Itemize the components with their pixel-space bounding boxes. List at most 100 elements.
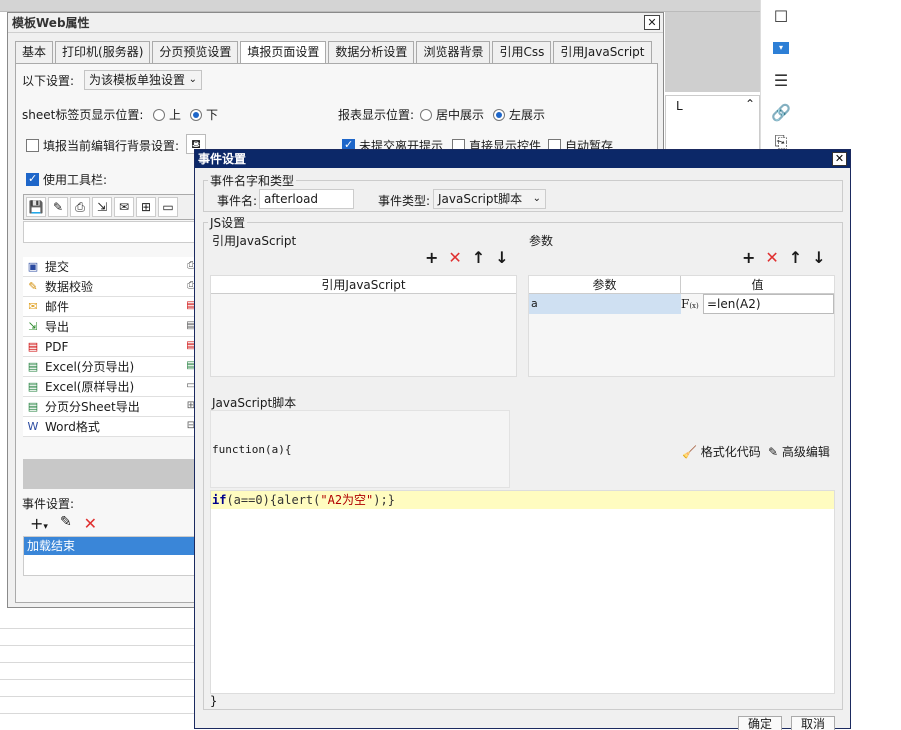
- event-name-input[interactable]: afterload: [259, 189, 354, 209]
- excel-icon: ▤: [27, 399, 39, 413]
- list-item[interactable]: ▤ PDF ▤: [23, 337, 201, 357]
- list-item[interactable]: ⇲ 导出 ▤: [23, 317, 201, 337]
- report-pos-left-radio[interactable]: 左展示: [493, 106, 545, 123]
- close-button[interactable]: ✕: [832, 152, 847, 166]
- tab-printer[interactable]: 打印机(服务器): [55, 41, 151, 63]
- excel-icon: ▤: [27, 359, 39, 373]
- arrow-down-icon[interactable]: ↓: [812, 248, 825, 267]
- mail-icon: ✉: [28, 299, 38, 313]
- dialog-title-text: 事件设置: [198, 152, 247, 166]
- column-header: 引用JavaScript: [321, 278, 406, 292]
- select-value: JavaScript脚本: [438, 192, 523, 206]
- fill-bg-checkbox[interactable]: 填报当前编辑行背景设置:: [26, 137, 179, 154]
- function-signature: function(a){: [212, 443, 292, 456]
- event-list-item[interactable]: 加载结束: [24, 537, 200, 555]
- tab-ref-css[interactable]: 引用Css: [492, 41, 552, 63]
- tab-fill-page[interactable]: 填报页面设置: [240, 41, 327, 63]
- tab-data-analysis[interactable]: 数据分析设置: [328, 41, 415, 63]
- column-header-l: L: [676, 99, 683, 113]
- tab-bar: 基本 打印机(服务器) 分页预览设置 填报页面设置 数据分析设置 浏览器背景 引…: [15, 41, 654, 63]
- arrow-up-icon[interactable]: ↑: [789, 248, 802, 267]
- delete-icon[interactable]: ✕: [448, 248, 461, 267]
- list-item[interactable]: ▣ 提交 ⎙: [23, 257, 201, 277]
- square-icon[interactable]: ☐: [771, 6, 791, 26]
- ok-button[interactable]: 确定: [738, 716, 782, 730]
- export-icon[interactable]: ⇲: [92, 197, 112, 217]
- list-item[interactable]: W Word格式 ⊟: [23, 417, 201, 437]
- stack-icon[interactable]: ☰: [771, 70, 791, 90]
- list-item-label: 数据校验: [45, 280, 94, 294]
- delete-icon[interactable]: ✕: [84, 514, 97, 533]
- ref-js-table: 引用JavaScript: [210, 275, 517, 377]
- dropdown-icon[interactable]: ▾: [771, 38, 791, 58]
- toolbar-preview: 💾 ✎ ⎙ ⇲ ✉ ⊞ ▭: [23, 194, 201, 220]
- report-pos-center-radio[interactable]: 居中展示: [420, 106, 484, 123]
- params-toolbar: + ✕ ↑ ↓: [742, 248, 826, 267]
- param-value-input[interactable]: =len(A2): [703, 294, 834, 314]
- toolbar-blank-row: [23, 221, 201, 243]
- arrow-down-icon[interactable]: ↓: [495, 248, 508, 267]
- params-label: 参数: [529, 234, 554, 248]
- tab-ref-js[interactable]: 引用JavaScript: [553, 41, 652, 63]
- arrow-up-icon[interactable]: ↑: [472, 248, 485, 267]
- radio-icon: [153, 109, 165, 121]
- radio-label: 上: [169, 108, 182, 122]
- close-button[interactable]: ✕: [644, 15, 660, 30]
- list-item-label: 邮件: [45, 300, 70, 314]
- formula-icon[interactable]: F(x): [681, 294, 703, 314]
- button-label: 高级编辑: [781, 445, 830, 459]
- list-item-label: Word格式: [45, 420, 100, 434]
- table-row[interactable]: a F(x) =len(A2): [529, 294, 834, 314]
- table-header: 引用JavaScript: [211, 276, 516, 294]
- mail-icon[interactable]: ✉: [114, 197, 134, 217]
- print-icon[interactable]: ⎙: [70, 197, 90, 217]
- tab-basic[interactable]: 基本: [15, 41, 54, 63]
- checkbox-checked-icon: [26, 172, 39, 186]
- list-item-label: 分页分Sheet导出: [45, 400, 140, 414]
- ref-js-label: 引用JavaScript: [212, 234, 297, 248]
- add-icon[interactable]: +: [425, 248, 438, 267]
- scope-select[interactable]: 为该模板单独设置 ⌄: [84, 70, 202, 90]
- list-item-label: PDF: [45, 339, 69, 354]
- format-code-button[interactable]: 🧹 格式化代码: [682, 443, 761, 460]
- radio-icon: [420, 109, 432, 121]
- sheet-pos-bottom-radio[interactable]: 下: [190, 106, 218, 123]
- event-type-select[interactable]: JavaScript脚本 ⌄: [433, 189, 546, 209]
- sheet-icon[interactable]: ⊞: [136, 197, 156, 217]
- blank-icon[interactable]: ▭: [158, 197, 178, 217]
- collapse-up-icon[interactable]: ⌃: [745, 97, 755, 111]
- list-item-label: Excel(原样导出): [45, 380, 135, 394]
- edit-icon[interactable]: ✎: [60, 514, 72, 533]
- param-name-cell[interactable]: a: [529, 294, 681, 314]
- sheet-pos-label: sheet标签页显示位置:: [22, 108, 144, 122]
- list-item[interactable]: ✉ 邮件 ▤: [23, 297, 201, 317]
- sheet-gridlines: [0, 612, 196, 729]
- sheet-pos-top-radio[interactable]: 上: [153, 106, 181, 123]
- event-toolbar: +▾ ✎ ✕: [30, 514, 97, 533]
- save-icon[interactable]: 💾: [26, 197, 46, 217]
- tab-page-preview[interactable]: 分页预览设置: [152, 41, 239, 63]
- list-item[interactable]: ▤ Excel(原样导出) ▭: [23, 377, 201, 397]
- delete-icon[interactable]: ✕: [765, 248, 778, 267]
- list-item[interactable]: ▤ 分页分Sheet导出 ⊞: [23, 397, 201, 417]
- group-legend: 事件名字和类型: [210, 174, 295, 188]
- use-toolbar-checkbox[interactable]: 使用工具栏:: [26, 171, 107, 188]
- chevron-down-icon: ⌄: [532, 193, 541, 204]
- link-icon[interactable]: 🔗: [771, 102, 791, 122]
- add-icon[interactable]: +▾: [30, 514, 48, 533]
- toolbar-spacer: [23, 459, 201, 489]
- radio-label: 左展示: [509, 108, 546, 122]
- code-line[interactable]: if(a==0){alert("A2为空");}: [211, 491, 834, 509]
- validate-icon[interactable]: ✎: [48, 197, 68, 217]
- advanced-edit-button[interactable]: ✎ 高级编辑: [768, 443, 830, 460]
- code-editor[interactable]: if(a==0){alert("A2为空");}: [210, 490, 835, 694]
- column-header-param: 参数: [529, 276, 681, 293]
- cancel-button[interactable]: 取消: [791, 716, 835, 730]
- tab-browser-bg[interactable]: 浏览器背景: [416, 41, 491, 63]
- checkbox-label: 使用工具栏:: [43, 173, 108, 187]
- list-item-label: 导出: [45, 320, 70, 334]
- list-item[interactable]: ▤ Excel(分页导出) ▤: [23, 357, 201, 377]
- broom-icon: 🧹: [682, 445, 697, 459]
- add-icon[interactable]: +: [742, 248, 755, 267]
- list-item[interactable]: ✎ 数据校验 ⎙: [23, 277, 201, 297]
